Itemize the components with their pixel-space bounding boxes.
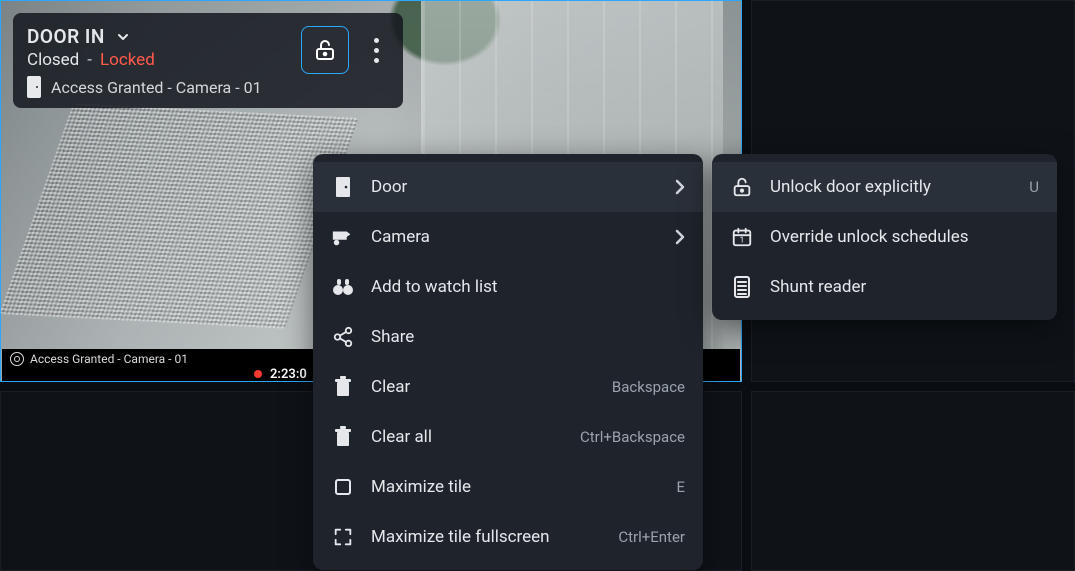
reader-icon (730, 275, 754, 299)
tile-footer: Access Granted - Camera - 01 (2, 349, 196, 369)
more-button[interactable] (362, 26, 390, 74)
menu-item-clear-all[interactable]: Clear all Ctrl+Backspace (313, 412, 703, 462)
menu-item-label: Door (371, 177, 659, 197)
context-menu: Door Camera Add to watch list Share Clear Bac… (313, 154, 703, 570)
menu-item-maximize-tile[interactable]: Maximize tile E (313, 462, 703, 512)
status-locked: Locked (100, 50, 155, 70)
menu-item-label: Share (371, 327, 685, 347)
menu-item-label: Shunt reader (770, 277, 1039, 297)
menu-item-label: Camera (371, 227, 659, 247)
menu-item-label: Maximize tile fullscreen (371, 527, 602, 547)
square-icon (331, 477, 355, 497)
status-separator: - (87, 50, 92, 70)
menu-item-label: Clear all (371, 427, 564, 447)
menu-item-unlock-door-explicitly[interactable]: Unlock door explicitly U (712, 162, 1057, 212)
trash-icon (331, 426, 355, 448)
recording-time: 2:23:0 (270, 367, 307, 382)
menu-item-clear[interactable]: Clear Backspace (313, 362, 703, 412)
menu-item-label: Maximize tile (371, 477, 660, 497)
menu-item-override-unlock-schedules[interactable]: 1 Override unlock schedules (712, 212, 1057, 262)
menu-item-maximize-tile-fullscreen[interactable]: Maximize tile fullscreen Ctrl+Enter (313, 512, 703, 562)
chevron-right-icon (675, 229, 685, 245)
camera-badge-icon (10, 352, 24, 366)
tile-overlay-panel: DOOR IN Closed - Locked Access Granted -… (13, 13, 403, 108)
fullscreen-icon (331, 526, 355, 548)
unlock-button[interactable] (301, 26, 349, 74)
chevron-down-icon[interactable] (115, 29, 131, 45)
event-text: Access Granted - Camera - 01 (51, 78, 262, 97)
menu-item-label: Unlock door explicitly (770, 177, 1013, 197)
door-title: DOOR IN (27, 25, 105, 48)
calendar-icon: 1 (730, 226, 754, 248)
menu-item-shortcut: U (1029, 178, 1039, 196)
menu-item-label: Add to watch list (371, 277, 685, 297)
binoculars-icon (331, 276, 355, 298)
menu-item-share[interactable]: Share (313, 312, 703, 362)
menu-item-shortcut: E (676, 478, 685, 496)
video-tile-4[interactable] (751, 391, 1075, 571)
menu-item-label: Clear (371, 377, 596, 397)
share-icon (331, 326, 355, 348)
menu-item-shortcut: Backspace (612, 378, 685, 396)
menu-item-add-to-watch-list[interactable]: Add to watch list (313, 262, 703, 312)
door-icon (27, 76, 41, 98)
status-closed: Closed (27, 50, 79, 70)
unlock-icon (730, 175, 754, 199)
unlock-icon (313, 38, 337, 62)
menu-item-label: Override unlock schedules (770, 227, 1039, 247)
door-submenu: Unlock door explicitly U 1 Override unlock … (712, 154, 1057, 320)
door-icon (331, 175, 355, 199)
more-icon (374, 38, 379, 63)
menu-item-shortcut: Ctrl+Backspace (580, 428, 685, 446)
menu-item-shunt-reader[interactable]: Shunt reader (712, 262, 1057, 312)
menu-item-shortcut: Ctrl+Enter (618, 528, 685, 546)
footer-text: Access Granted - Camera - 01 (30, 352, 188, 366)
trash-icon (331, 376, 355, 398)
record-dot-icon (254, 370, 262, 378)
camera-icon (331, 227, 355, 247)
chevron-right-icon (675, 179, 685, 195)
menu-item-door[interactable]: Door (313, 162, 703, 212)
svg-text:1: 1 (740, 236, 745, 246)
menu-item-camera[interactable]: Camera (313, 212, 703, 262)
